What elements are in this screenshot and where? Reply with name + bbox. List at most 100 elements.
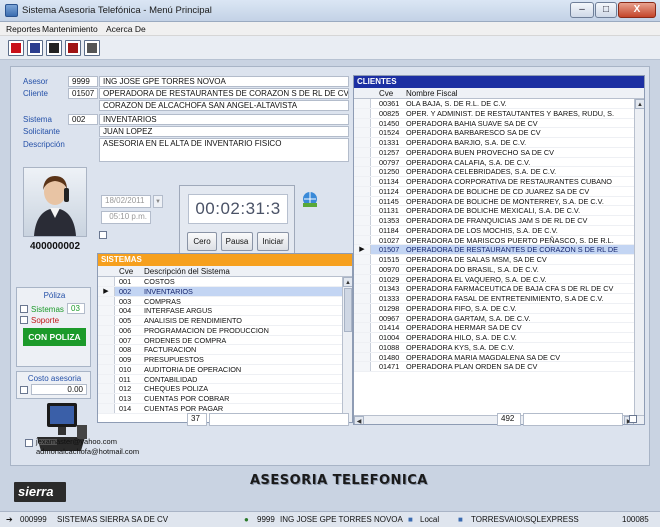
clientes-row[interactable]: 01515 OPERADORA DE SALAS MSM, SA DE CV	[354, 255, 634, 265]
clientes-row[interactable]: 01131 OPERADORA DE BOLICHE MEXICALI, S.A.…	[354, 206, 634, 216]
clientes-row-selector[interactable]	[354, 216, 371, 225]
clientes-row[interactable]: 00361 OLA BAJA, S. DE R.L. DE C.V.	[354, 99, 634, 109]
sistemas-row[interactable]: 008 FACTURACION	[98, 345, 342, 355]
clientes-row-selector[interactable]	[354, 294, 371, 303]
clientes-row[interactable]: 01145 OPERADORA DE BOLICHE DE MONTERREY, …	[354, 196, 634, 207]
sistemas-row[interactable]: 009 PRESUPUESTOS	[98, 355, 342, 365]
asesor-name-field[interactable]: ING JOSE GPE TORRES NOVOA	[99, 76, 349, 87]
sistemas-row-selector[interactable]	[98, 394, 115, 403]
clientes-row-selector[interactable]	[354, 196, 371, 206]
network-icon[interactable]	[301, 191, 319, 209]
sistemas-row-selector[interactable]	[98, 384, 115, 393]
clientes-col-name[interactable]: Nombre Fiscal	[406, 88, 458, 99]
scroll-thumb[interactable]	[344, 288, 352, 332]
cliente-name2-field[interactable]: CORAZON DE ALCACHOFA SAN ANGEL-ALTAVISTA	[99, 100, 349, 111]
sistemas-row[interactable]: 001 COSTOS	[98, 277, 342, 287]
clientes-row-selector[interactable]	[354, 323, 371, 332]
minimize-button[interactable]: –	[570, 2, 594, 18]
clientes-row-selector[interactable]	[354, 177, 371, 186]
sistemas-row[interactable]: 004 INTERFASE ARGUS	[98, 306, 342, 316]
clientes-row-selector[interactable]	[354, 274, 371, 284]
clientes-row[interactable]: 01331 OPERADORA BARJIO, S.A. DE C.V.	[354, 138, 634, 148]
sistemas-search-input[interactable]	[209, 413, 349, 426]
scroll-left-icon[interactable]: ◀	[354, 416, 364, 424]
sistemas-checkbox[interactable]	[20, 305, 28, 315]
clientes-row[interactable]: 01450 OPERADORA BAHIA SUAVE SA DE CV	[354, 118, 634, 129]
sistema-name-field[interactable]: INVENTARIOS	[99, 114, 349, 125]
clientes-row[interactable]: 00825 OPER. Y ADMINIST. DE RESTAUTANTES Y…	[354, 108, 634, 119]
clientes-row[interactable]: 01471 OPERADORA PLAN ORDEN SA DE CV	[354, 362, 634, 372]
book-icon[interactable]	[27, 40, 43, 56]
costo-checkbox[interactable]	[20, 386, 28, 396]
maximize-button[interactable]: □	[595, 2, 617, 18]
sistemas-row[interactable]: 010 AUDITORIA DE OPERACION	[98, 364, 342, 375]
sistemas-row[interactable]: 005 ANALISIS DE RENDIMIENTO	[98, 316, 342, 326]
sistemas-row-selector[interactable]	[98, 335, 115, 345]
email-checkbox[interactable]	[25, 439, 33, 449]
clientes-row[interactable]: 00970 OPERADORA DO BRASIL, S.A. DE C.V.	[354, 264, 634, 275]
report-icon[interactable]	[8, 40, 24, 56]
clientes-row-selector[interactable]	[354, 342, 371, 352]
clientes-checkbox[interactable]	[629, 415, 637, 425]
clientes-row-selector[interactable]	[354, 333, 371, 342]
clientes-row-selector[interactable]	[354, 108, 371, 118]
clientes-row[interactable]: 01298 OPERADORA FIFO, S.A. DE C.V.	[354, 303, 634, 314]
clientes-row-selector[interactable]	[354, 352, 371, 362]
sistemas-row[interactable]: 011 CONTABILIDAD	[98, 374, 342, 385]
date-dropdown-icon[interactable]: ▼	[153, 195, 163, 208]
descripcion-field[interactable]: ASESORIA EN EL ALTA DE INVENTARIO FISICO	[99, 138, 349, 162]
clientes-row-selector[interactable]	[354, 99, 371, 108]
sistemas-row-selector[interactable]	[98, 345, 115, 354]
clientes-row[interactable]: 00797 OPERADORA CALAFIA, S.A. DE C.V.	[354, 157, 634, 168]
clientes-row-selector[interactable]	[354, 264, 371, 274]
sistema-code-field[interactable]: 002	[68, 114, 98, 125]
clientes-row-selector[interactable]	[354, 147, 371, 157]
sistemas-row-selector[interactable]	[98, 355, 115, 364]
sistemas-row[interactable]: 012 CHEQUES POLIZA	[98, 384, 342, 394]
clientes-row[interactable]: 01414 OPERADORA HERMAR SA DE CV	[354, 323, 634, 333]
clientes-row[interactable]: 01134 OPERADORA CORPORATIVA DE RESTAURANT…	[354, 177, 634, 187]
clientes-row-selector[interactable]	[354, 186, 371, 196]
check-box[interactable]	[99, 231, 107, 241]
sistemas-row-selector[interactable]	[98, 296, 115, 306]
clientes-row-selector[interactable]	[354, 138, 371, 147]
clientes-row[interactable]: 01333 OPERADORA FASAL DE ENTRETENIMIENTO,…	[354, 294, 634, 304]
clientes-row[interactable]: 01250 OPERADORA CELEBRIDADES, S.A. DE C.V…	[354, 167, 634, 177]
clientes-search-input[interactable]	[523, 413, 623, 426]
sistemas-row-selector[interactable]	[98, 306, 115, 315]
sistemas-col-desc[interactable]: Descripción del Sistema	[144, 266, 230, 277]
clientes-row-selector[interactable]	[354, 284, 371, 293]
iniciar-button[interactable]: Iniciar	[257, 232, 289, 251]
clientes-scroll-up-icon[interactable]: ▲	[635, 99, 644, 109]
pausa-button[interactable]: Pausa	[221, 232, 253, 251]
time-field[interactable]: 05:10 p.m.	[101, 211, 151, 224]
clientes-scrollbar[interactable]: ▲	[634, 99, 644, 415]
menu-acerca-de[interactable]: Acerca De	[106, 24, 146, 34]
clientes-row[interactable]: ▶ 01507 OPERADORA DE RESTAURANTES DE CORAZ…	[354, 245, 634, 255]
clientes-row[interactable]: 00967 OPERADORA GARTAM, S.A. DE C.V.	[354, 313, 634, 324]
cliente-code-field[interactable]: 01507	[68, 88, 98, 99]
cero-button[interactable]: Cero	[187, 232, 217, 251]
clientes-row-selector[interactable]	[354, 157, 371, 167]
clientes-row-selector[interactable]	[354, 255, 371, 264]
clientes-row[interactable]: 01257 OPERADORA BUEN PROVECHO SA DE CV	[354, 147, 634, 158]
sistemas-row-selector[interactable]	[98, 364, 115, 374]
clientes-row-selector[interactable]	[354, 303, 371, 313]
clientes-row-selector[interactable]	[354, 313, 371, 323]
clientes-row-selector[interactable]	[354, 362, 371, 371]
sistemas-row-selector[interactable]: ▶	[98, 286, 115, 296]
sistemas-scrollbar[interactable]: ▲	[342, 277, 352, 422]
save-icon[interactable]	[46, 40, 62, 56]
sistemas-row[interactable]: 007 ORDENES DE COMPRA	[98, 335, 342, 346]
menu-mantenimiento[interactable]: Mantenimiento	[42, 24, 98, 34]
clientes-col-cve[interactable]: Cve	[379, 88, 393, 99]
clientes-row-selector[interactable]	[354, 167, 371, 176]
clientes-row[interactable]: 01524 OPERADORA BARBARESCO SA DE CV	[354, 128, 634, 138]
sistemas-row-selector[interactable]	[98, 374, 115, 384]
clientes-row-selector[interactable]	[354, 206, 371, 215]
clientes-row-selector[interactable]	[354, 225, 371, 235]
clientes-row[interactable]: 01027 OPERADORA DE MARISCOS PUERTO PEÑASC…	[354, 235, 634, 246]
clientes-row[interactable]: 01029 OPERADORA EL VAQUERO, S.A. DE C.V.	[354, 274, 634, 285]
sistemas-row-selector[interactable]	[98, 316, 115, 325]
clientes-row-selector[interactable]	[354, 235, 371, 245]
